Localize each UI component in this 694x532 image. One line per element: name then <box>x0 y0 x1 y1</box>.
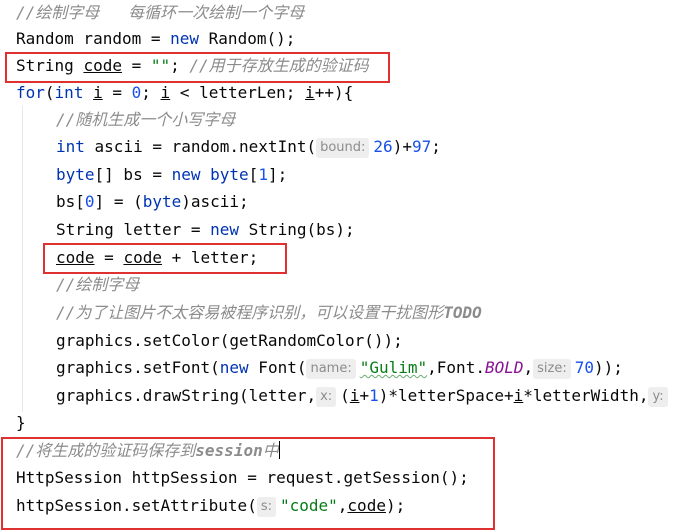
keyword: new <box>171 165 201 184</box>
code-text: )+ <box>392 137 412 156</box>
code-text: < letterLen; <box>170 83 306 102</box>
code-text: ++){ <box>314 83 354 102</box>
code-text: ] = ( <box>94 192 143 211</box>
code-line-7[interactable]: byte[] bs = new byte[1]; <box>56 162 694 188</box>
variable-i: i <box>93 83 103 102</box>
indent-guide <box>22 106 23 412</box>
code-text: ( <box>340 386 350 405</box>
code-text: ,Font. <box>427 358 485 377</box>
code-line-15[interactable]: graphics.drawString(letter, x: (i+1)*lette… <box>56 383 694 409</box>
code-line-11[interactable]: //绘制字母 <box>56 272 694 298</box>
code-text: )ascii; <box>181 192 249 211</box>
parameter-hint: x: <box>316 387 337 407</box>
parameter-hint: size: <box>533 359 571 379</box>
static-field: BOLD <box>484 358 524 377</box>
code-line-14[interactable]: graphics.setFont(new Font(name: "Gulim",F… <box>56 355 694 381</box>
code-text: *letterWidth, <box>523 386 649 405</box>
code-text: [] bs = <box>94 165 172 184</box>
code-text: graphics.drawString(letter, <box>56 386 317 405</box>
code-line-4[interactable]: for(int i = 0; i < letterLen; i++){ <box>16 80 694 106</box>
highlight-box-session-save <box>1 437 495 530</box>
number-literal: 1 <box>369 386 379 405</box>
number-literal: 97 <box>411 137 432 156</box>
code-line-13[interactable]: graphics.setColor(getRandomColor()); <box>56 328 694 354</box>
code-text: bs[ <box>56 192 85 211</box>
code-text: String letter = <box>56 220 211 239</box>
code-text: = <box>102 83 132 102</box>
variable-i: i <box>305 83 315 102</box>
comment: //为了让图片不太容易被程序识别，可以设置干扰图形 <box>56 303 444 322</box>
highlight-box-code-declaration <box>5 52 390 83</box>
variable-i: i <box>160 83 171 102</box>
code-line-2[interactable]: Random random = new Random(); <box>16 26 694 52</box>
variable-i: i <box>349 386 360 405</box>
keyword: byte <box>56 165 95 184</box>
code-text: } <box>16 413 26 432</box>
comment: //绘制字母 每循环一次绘制一个字母 <box>16 3 305 22</box>
code-text: + <box>359 386 370 405</box>
parameter-hint: name: <box>306 359 356 379</box>
code-text: ; <box>431 137 441 156</box>
code-text: graphics.setFont( <box>56 358 220 377</box>
code-text: )); <box>593 358 623 377</box>
keyword: new <box>210 220 240 239</box>
parameter-hint: bound: <box>316 138 370 158</box>
number-literal: 26 <box>373 137 393 156</box>
code-line-12[interactable]: //为了让图片不太容易被程序识别，可以设置干扰图形TODO <box>56 300 694 326</box>
keyword: new <box>170 29 200 48</box>
code-line-16[interactable]: } <box>16 410 694 436</box>
parameter-hint: y: <box>648 387 668 407</box>
code-text: Font( <box>248 358 307 377</box>
code-text: ]; <box>267 165 288 184</box>
keyword: int <box>56 137 85 156</box>
number-literal: 0 <box>84 192 95 211</box>
code-line-1[interactable]: //绘制字母 每循环一次绘制一个字母 <box>16 0 694 26</box>
code-text: String(bs); <box>239 220 355 239</box>
number-literal: 1 <box>258 165 268 184</box>
keyword: byte <box>210 165 249 184</box>
number-literal: 70 <box>574 358 594 377</box>
comment: //绘制字母 <box>56 275 140 294</box>
comment: //随机生成一个小写字母 <box>56 110 236 129</box>
code-line-9[interactable]: String letter = new String(bs); <box>56 217 694 243</box>
code-line-6[interactable]: int ascii = random.nextInt(bound: 26)+97; <box>56 134 694 160</box>
todo-marker: TODO <box>443 303 482 322</box>
keyword: for <box>16 83 45 102</box>
code-text: ascii = random.nextInt( <box>84 137 317 156</box>
code-text: graphics.setColor(getRandomColor()); <box>56 331 403 350</box>
code-text: ; <box>141 83 161 102</box>
keyword: int <box>54 83 84 102</box>
variable-i: i <box>513 386 524 405</box>
code-line-8[interactable]: bs[0] = (byte)ascii; <box>56 189 694 215</box>
code-text: , <box>523 358 534 377</box>
code-text: [ <box>248 165 259 184</box>
keyword: byte <box>142 192 182 211</box>
code-text: Random(); <box>199 29 296 48</box>
highlight-box-code-append <box>43 243 287 274</box>
code-text: )*letterSpace+ <box>378 386 514 405</box>
keyword: new <box>219 358 249 377</box>
code-text: Random random = <box>16 29 171 48</box>
string-literal: "Gulim" <box>359 358 428 377</box>
code-text: ( <box>44 83 55 102</box>
code-line-5[interactable]: //随机生成一个小写字母 <box>56 107 694 133</box>
number-literal: 0 <box>131 83 142 102</box>
